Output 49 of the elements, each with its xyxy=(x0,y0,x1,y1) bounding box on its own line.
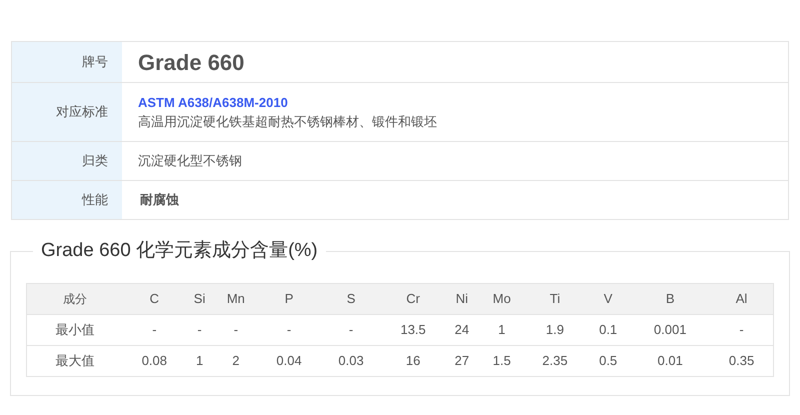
table-cell: - xyxy=(710,314,774,346)
label-cell: 牌号 xyxy=(12,42,122,82)
table-cell: 1.9 xyxy=(524,314,586,346)
standard-description: 高温用沉淀硬化铁基超耐热不锈钢棒材、锻件和锻坯 xyxy=(138,113,437,131)
column-header: Mn xyxy=(214,284,258,314)
standard-link[interactable]: ASTM A638/A638M-2010 xyxy=(138,92,437,112)
table-cell: - xyxy=(185,314,214,346)
table-cell: - xyxy=(320,314,382,346)
grade-title: Grade 660 xyxy=(138,48,244,76)
table-cell: 0.5 xyxy=(586,346,630,376)
table-cell: 13.5 xyxy=(382,314,444,346)
table-cell: 27 xyxy=(444,346,480,376)
column-header: S xyxy=(320,284,382,314)
table-cell: 2.35 xyxy=(524,346,586,376)
table-cell: 0.04 xyxy=(258,346,320,376)
table-cell: 2 xyxy=(214,346,258,376)
table-cell: 1 xyxy=(185,346,214,376)
column-header: Cr xyxy=(382,284,444,314)
table-cell: 0.001 xyxy=(630,314,710,346)
label-cell: 性能 xyxy=(12,181,122,219)
column-header: C xyxy=(123,284,186,314)
column-header: P xyxy=(258,284,320,314)
row-header: 最大值 xyxy=(26,346,124,376)
table-cell: 0.08 xyxy=(123,346,186,376)
label-cell: 对应标准 xyxy=(12,83,122,141)
table-cell: 0.35 xyxy=(710,346,774,376)
table-cell: 24 xyxy=(444,314,480,346)
row-header: 最小值 xyxy=(26,314,124,346)
column-header: Ni xyxy=(444,284,480,314)
property-value: 耐腐蚀 xyxy=(139,191,179,210)
column-header: Ti xyxy=(524,284,586,314)
table-cell: - xyxy=(123,314,186,346)
column-header: Al xyxy=(710,284,774,314)
composition-title: Grade 660 化学元素成分含量(%) xyxy=(33,239,326,263)
table-cell: - xyxy=(214,314,258,346)
table-cell: 0.01 xyxy=(630,346,710,376)
table-cell: - xyxy=(258,314,320,346)
category-value: 沉淀硬化型不锈钢 xyxy=(138,152,242,170)
column-header: Mo xyxy=(480,284,524,314)
column-header: 成分 xyxy=(26,284,124,314)
table-cell: 1.5 xyxy=(480,346,524,376)
table-cell: 0.03 xyxy=(320,346,382,376)
table-cell: 1 xyxy=(480,314,524,346)
column-header: V xyxy=(586,284,630,314)
label-cell: 归类 xyxy=(12,142,122,180)
table-cell: 0.1 xyxy=(586,314,630,346)
table-cell: 16 xyxy=(382,346,444,376)
column-header: B xyxy=(630,284,710,314)
column-header: Si xyxy=(185,284,214,314)
